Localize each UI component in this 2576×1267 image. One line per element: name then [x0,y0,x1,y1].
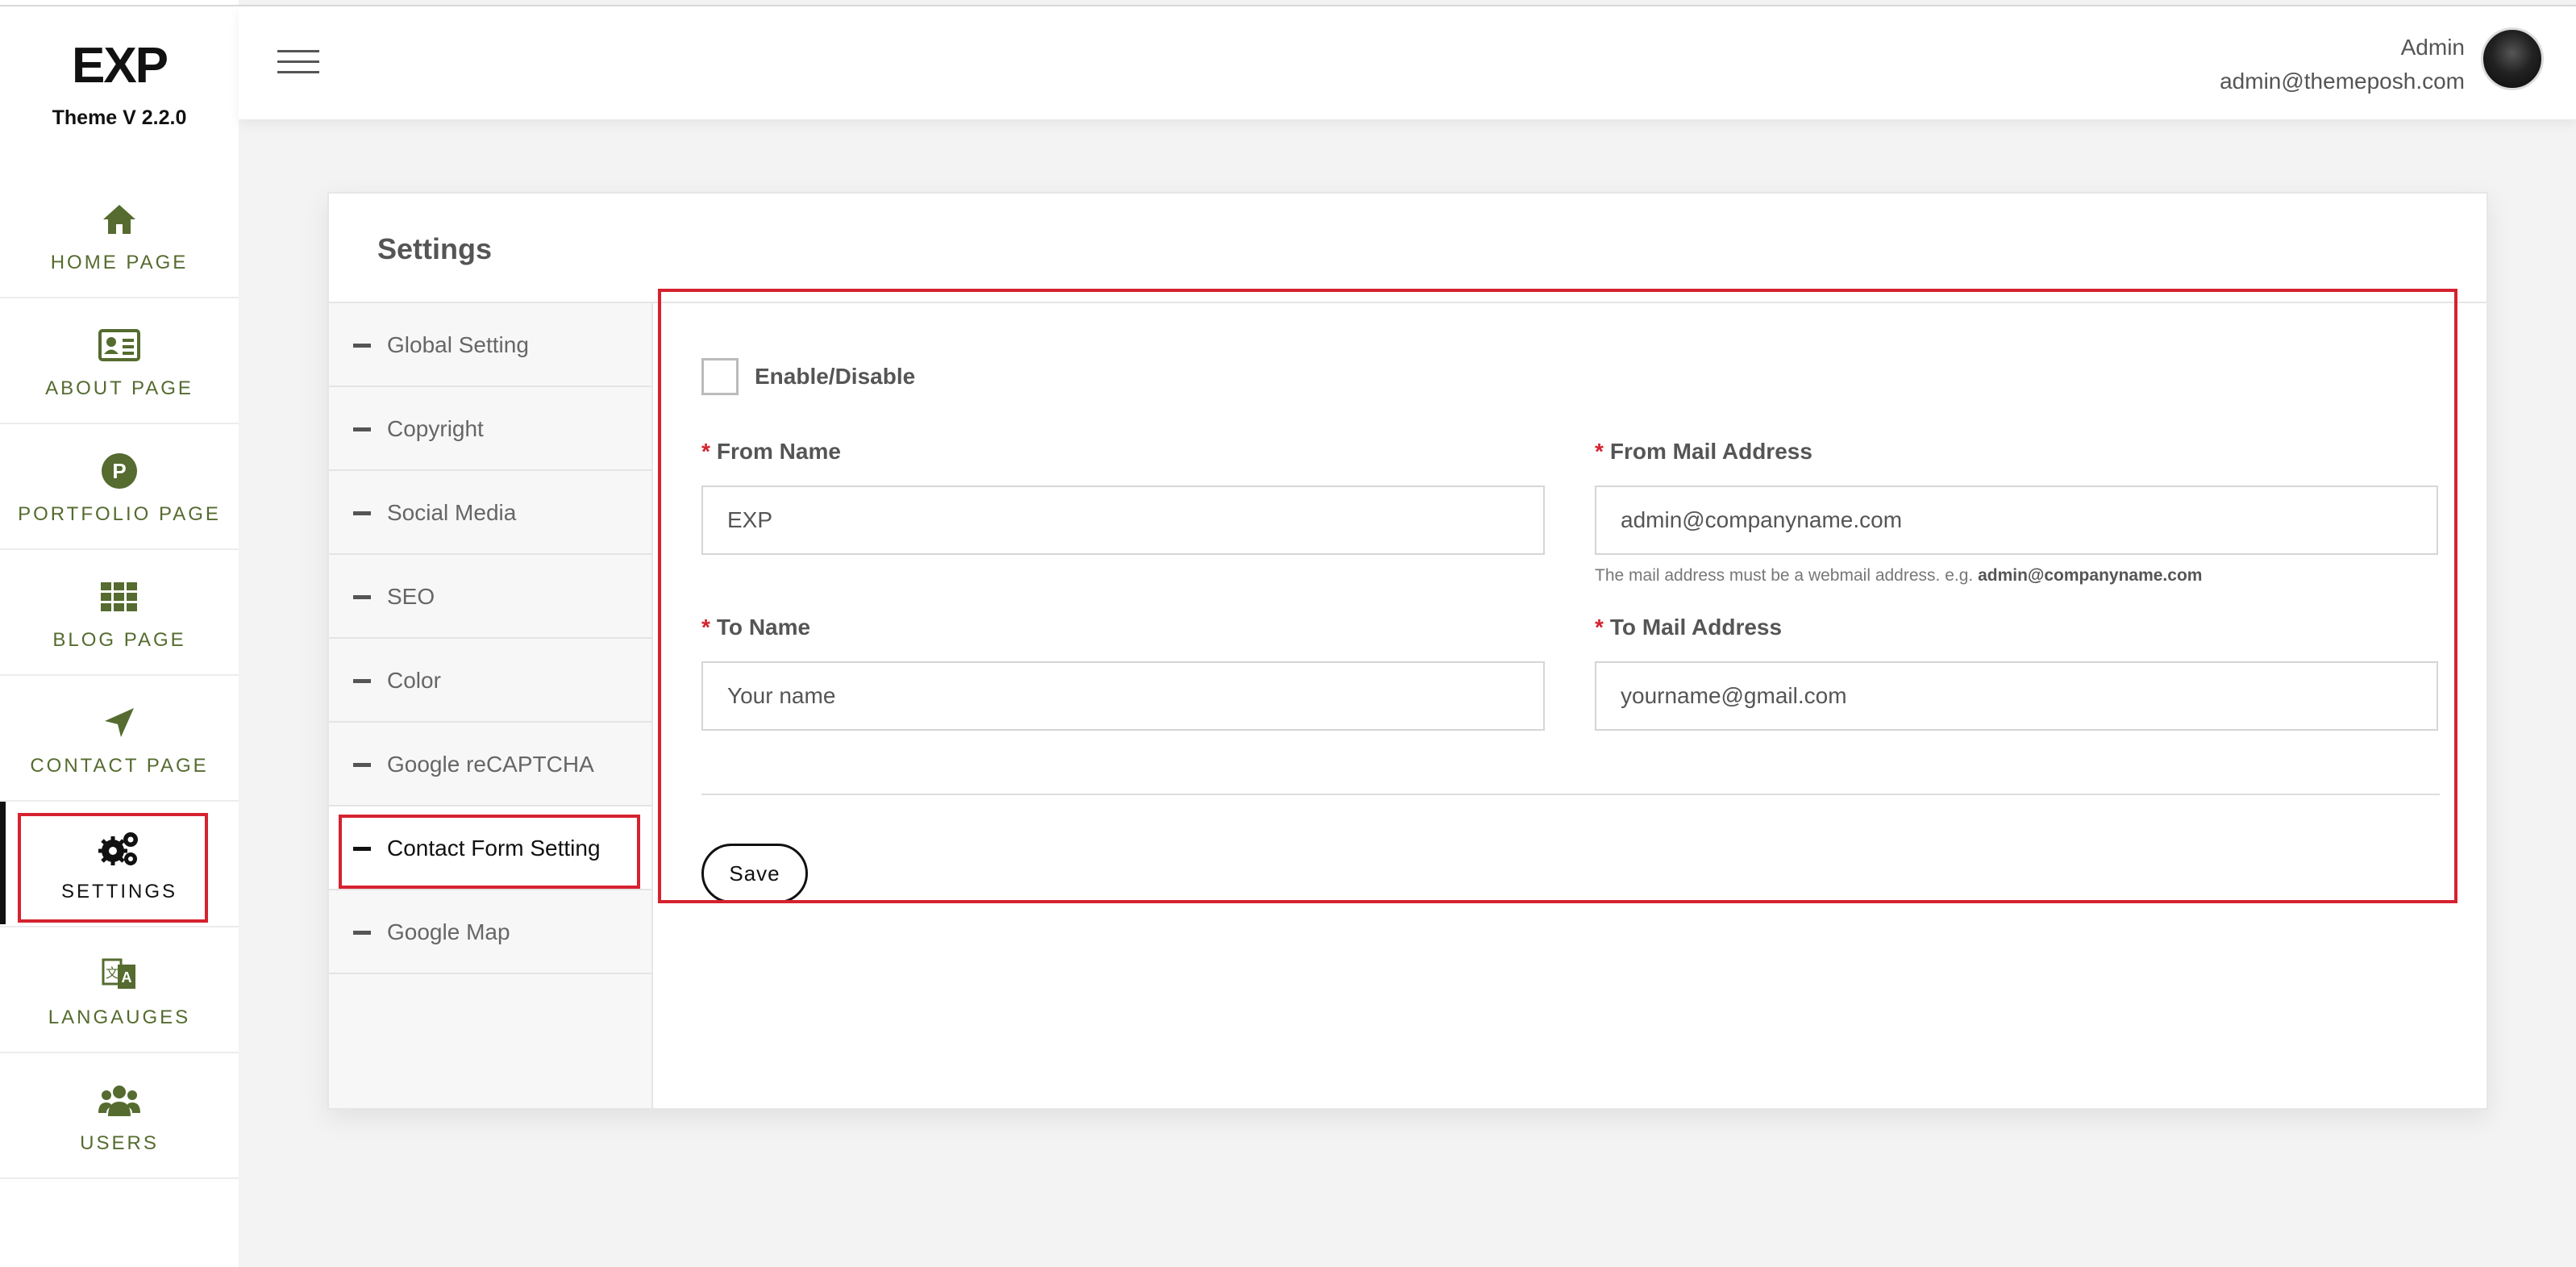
tab-label: Social Media [387,500,517,525]
dash-icon [353,763,371,767]
nav-item-languages[interactable]: 文A LANGAUGES [0,927,239,1053]
svg-text:A: A [122,969,132,986]
tab-google-map[interactable]: Google Map [329,890,651,974]
tab-label: Global Setting [387,332,529,357]
tab-label: Copyright [387,416,484,441]
svg-text:文: 文 [106,966,119,981]
help-text: The mail address must be a webmail addre… [1595,566,1974,585]
enable-label: Enable/Disable [755,364,916,389]
user-email: admin@themeposh.com [2220,69,2465,94]
nav-label: LANGAUGES [48,1007,191,1028]
user-block[interactable]: Admin admin@themeposh.com [2220,31,2465,98]
nav-label: BLOG PAGE [52,629,186,651]
to-name-label: * To Name [701,615,1545,644]
dash-icon [353,679,371,683]
tab-label: Color [387,668,441,693]
nav-item-contact[interactable]: CONTACT PAGE [0,676,239,802]
brand-logo[interactable]: EXP [0,40,239,92]
brand: EXP Theme V 2.2.0 [0,0,239,173]
nav-item-portfolio[interactable]: P PORTFOLIO PAGE [0,424,239,550]
dash-icon [353,847,371,851]
avatar[interactable] [2481,27,2544,90]
nav-item-home[interactable]: HOME PAGE [0,173,239,298]
from-mail-label-text: From Mail Address [1609,439,1812,464]
page-title: Settings [377,232,493,265]
tab-social-media[interactable]: Social Media [329,471,651,555]
from-mail-help: The mail address must be a webmail addre… [1595,566,2438,586]
tab-color[interactable]: Color [329,639,651,723]
portfolio-p-icon: P [97,448,142,494]
enable-toggle-row: Enable/Disable [701,358,915,395]
from-name-label: * From Name [701,439,1545,468]
to-mail-label: * To Mail Address [1595,615,2438,644]
enable-checkbox[interactable] [701,358,739,395]
from-mail-label: * From Mail Address [1595,439,2438,468]
nav-item-blog[interactable]: BLOG PAGE [0,550,239,676]
location-arrow-icon [97,700,142,745]
tab-label: Google reCAPTCHA [387,752,594,777]
dash-icon [353,511,371,515]
required-mark: * [1595,615,1604,640]
tab-seo[interactable]: SEO [329,555,651,639]
nav-item-settings[interactable]: SETTINGS [0,802,239,927]
to-name-input[interactable] [701,661,1545,731]
nav-label: PORTFOLIO PAGE [18,503,221,525]
contact-form-settings: Enable/Disable *From Name *From Mail Add… [653,303,2487,1108]
top-border [0,5,2576,6]
tab-label: SEO [387,584,435,609]
nav-item-users[interactable]: USERS [0,1053,239,1179]
nav-label: HOME PAGE [50,252,189,273]
to-mail-input[interactable] [1595,661,2438,731]
tab-google-recaptcha[interactable]: Google reCAPTCHA [329,723,651,806]
from-mail-input[interactable] [1595,486,2438,555]
required-mark: * [701,615,710,640]
nav-label: ABOUT PAGE [45,377,194,399]
required-mark: * [701,439,710,464]
to-name-label-text: To Name [716,615,811,640]
user-name: Admin [2400,35,2465,60]
dash-icon [353,931,371,935]
grid-icon [97,574,142,619]
tab-label: Google Map [387,919,510,944]
topbar: Admin admin@themeposh.com [239,6,2576,119]
gears-icon [97,826,142,871]
settings-tabs: Global Setting Copyright Social Media SE… [329,303,653,1108]
from-name-input[interactable] [701,486,1545,555]
dash-icon [353,427,371,431]
home-icon [97,197,142,242]
settings-card: Settings Global Setting Copyright Social… [327,192,2488,1110]
nav-label: USERS [80,1132,159,1154]
to-mail-field-group: * To Mail Address [1595,615,2438,731]
from-name-label-text: From Name [716,439,841,464]
help-example: admin@companyname.com [1978,566,2203,585]
dash-icon [353,344,371,348]
to-mail-label-text: To Mail Address [1609,615,1783,640]
nav-label: SETTINGS [60,881,177,902]
id-card-icon [97,323,142,368]
users-icon [97,1077,142,1123]
tab-copyright[interactable]: Copyright [329,387,651,471]
tab-label: Contact Form Setting [387,836,601,861]
nav-label: CONTACT PAGE [30,755,209,777]
sidebar: EXP Theme V 2.2.0 HOME PAGE ABOUT PAGE P… [0,0,239,1267]
svg-text:P: P [112,459,126,483]
tab-contact-form-setting[interactable]: Contact Form Setting [329,806,651,890]
save-button[interactable]: Save [701,844,808,903]
from-name-field-group: * From Name [701,439,1545,555]
menu-toggle-icon[interactable] [277,50,319,77]
tab-global-setting[interactable]: Global Setting [329,303,651,387]
from-mail-field-group: *From Mail Address The mail address must… [1595,439,2438,586]
required-mark: * [1595,439,1604,464]
to-name-field-group: * To Name [701,615,1545,731]
form-divider [701,794,2440,795]
language-icon: 文A [97,952,142,997]
dash-icon [353,595,371,599]
brand-version: Theme V 2.2.0 [52,106,187,129]
nav-item-about[interactable]: ABOUT PAGE [0,298,239,424]
